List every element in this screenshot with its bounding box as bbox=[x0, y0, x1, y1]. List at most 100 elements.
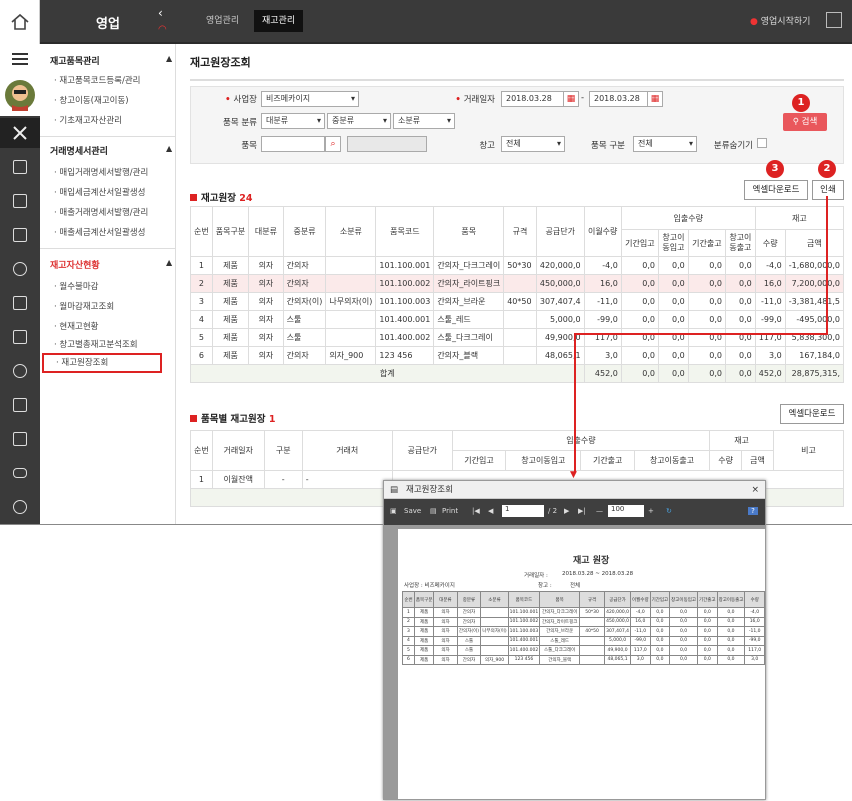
category3-select[interactable]: 소분류 bbox=[393, 113, 455, 129]
menu-item-item-code[interactable]: · 재고품목코드등록/관리 bbox=[54, 74, 140, 86]
table-cell: 의자 bbox=[248, 274, 284, 293]
zoom-in-icon[interactable]: + bbox=[648, 507, 654, 515]
menu-item-monthly-inventory[interactable]: · 월마감재고조회 bbox=[54, 300, 114, 312]
collapse-caret-icon[interactable]: ▲ bbox=[166, 144, 172, 153]
menu-item-label: 매입거래명세서발행/관리 bbox=[59, 168, 149, 178]
doc-cell: 48,065,1 bbox=[604, 654, 632, 665]
alarm-icon[interactable] bbox=[0, 254, 40, 284]
collapse-caret-icon[interactable]: ▲ bbox=[166, 54, 172, 63]
next-page-icon[interactable]: ▶ bbox=[564, 507, 569, 515]
tools-icon[interactable] bbox=[0, 118, 40, 148]
doc-header-cell: 품목구분 bbox=[413, 591, 435, 608]
menu-item-purchase-tax[interactable]: · 매입세금계산서일괄생성 bbox=[54, 186, 145, 198]
doc-header-cell: 창고이동입고 bbox=[669, 591, 698, 608]
hamburger-menu-button[interactable] bbox=[0, 44, 40, 74]
menu-item-base-inventory[interactable]: · 기초재고자산관리 bbox=[54, 114, 122, 126]
doc-title: 재고 원장 bbox=[573, 556, 610, 566]
table-cell: 스툴 bbox=[282, 310, 327, 329]
calculator-icon[interactable] bbox=[826, 12, 842, 28]
section-marker-icon bbox=[190, 415, 197, 422]
menu-item-warehouse-move[interactable]: · 창고이동(재고이동) bbox=[54, 94, 129, 106]
zoom-out-icon[interactable]: — bbox=[596, 507, 603, 515]
biz-select[interactable]: 비즈메카이지 bbox=[261, 91, 359, 107]
avatar[interactable] bbox=[0, 74, 40, 116]
menu-item-sales-tax[interactable]: · 매출세금계산서일괄생성 bbox=[54, 226, 145, 238]
warehouse-select[interactable]: 전체 bbox=[501, 136, 565, 152]
table-row[interactable]: 5 제품 의자 스툴 101.400.002 스툴_다크그레이 49,900,0 117,0 0… bbox=[190, 328, 845, 347]
menu-section-item-mgmt[interactable]: 재고품목관리 bbox=[50, 54, 100, 67]
table-row[interactable]: 3 제품 의자 간의자(이) 나무의자(이) 101.100.003 간의자_브라운 40*5… bbox=[190, 292, 845, 311]
table-row[interactable]: 4 제품 의자 스툴 101.400.001 스툴_레드 5,000,0 -99,0 0,0 0,… bbox=[190, 310, 845, 329]
side-menu: 재고품목관리 ▲ · 재고품목코드등록/관리 · 창고이동(재고이동) · 기초… bbox=[40, 44, 176, 524]
headset-icon[interactable]: ◠ bbox=[158, 24, 167, 35]
contact-icon[interactable] bbox=[0, 220, 40, 250]
menu-item-purchase-statement[interactable]: · 매입거래명세서발행/관리 bbox=[54, 166, 148, 178]
upload-icon[interactable] bbox=[0, 390, 40, 420]
category1-select[interactable]: 대분류 bbox=[261, 113, 325, 129]
back-chevron-icon[interactable]: ‹ bbox=[158, 6, 163, 20]
tab-sales[interactable]: 영업관리 bbox=[198, 10, 247, 32]
info-icon[interactable] bbox=[0, 322, 40, 352]
save-icon[interactable]: ▣ bbox=[390, 507, 397, 515]
search-icon[interactable]: ⌕ bbox=[325, 136, 341, 152]
tab-inventory[interactable]: 재고관리 bbox=[254, 10, 304, 32]
category2-select[interactable]: 중분류 bbox=[327, 113, 391, 129]
text-doc-icon[interactable] bbox=[0, 424, 40, 454]
menu-item-monthly-close[interactable]: · 월수불마감 bbox=[54, 280, 99, 292]
menu-item-ledger[interactable]: · 재고원장조회 bbox=[42, 353, 162, 373]
last-page-icon[interactable]: ▶| bbox=[578, 507, 586, 515]
menu-item-current-inventory[interactable]: · 현재고현황 bbox=[54, 320, 99, 332]
table-row[interactable]: 6 제품 의자 간의자 의자_900 123 456 간의자_블랙 48,065,1 3,0 0,… bbox=[190, 346, 845, 365]
doc-header-cell: 공급단가 bbox=[604, 591, 632, 608]
menu-section-statement[interactable]: 거래명세서관리 bbox=[50, 144, 108, 157]
won-icon-shape bbox=[13, 364, 27, 378]
won-calendar-icon[interactable] bbox=[0, 288, 40, 318]
car-icon[interactable] bbox=[0, 458, 40, 488]
refresh-icon[interactable]: ↻ bbox=[666, 507, 672, 515]
start-sales-link[interactable]: ● 영업시작하기 bbox=[750, 14, 810, 27]
table-row[interactable]: 2 제품 의자 간의자 101.100.002 간의자_라이트핑크 450,000,0 16,… bbox=[190, 274, 845, 293]
hide-category-checkbox[interactable] bbox=[757, 138, 767, 148]
item-excel-download-button[interactable]: 엑셀다운로드 bbox=[780, 404, 844, 424]
save-button[interactable]: Save bbox=[404, 507, 421, 515]
itemtype-select[interactable]: 전체 bbox=[633, 136, 697, 152]
search-button[interactable]: ⚲ 검색 bbox=[783, 113, 827, 131]
date-from-input[interactable]: 2018.03.28 bbox=[501, 91, 565, 107]
first-page-icon[interactable]: |◀ bbox=[472, 507, 480, 515]
zoom-select[interactable]: 100 bbox=[608, 505, 644, 517]
stamp-icon-shape bbox=[13, 160, 27, 174]
doc-cell: 49,900,0 bbox=[604, 645, 632, 656]
print-icon[interactable]: ▤ bbox=[430, 507, 437, 515]
top-bar: 영업 ‹ ◠ 영업관리 재고관리 ● 영업시작하기 bbox=[0, 0, 852, 44]
menu-item-warehouse-analysis[interactable]: · 창고별총재고분석조회 bbox=[54, 338, 138, 350]
home-button[interactable] bbox=[0, 0, 40, 44]
help-icon[interactable]: ? bbox=[748, 507, 758, 515]
prev-page-icon[interactable]: ◀ bbox=[488, 507, 493, 515]
page-input[interactable]: 1 bbox=[502, 505, 544, 517]
table-row[interactable]: 1 제품 의자 간의자 101.100.001 간의자_다크그레이 50*30 420,000… bbox=[190, 256, 845, 275]
ledger-count: 24 bbox=[239, 193, 253, 204]
person-icon[interactable] bbox=[0, 492, 40, 522]
document-icon[interactable] bbox=[0, 186, 40, 216]
print-button[interactable]: Print bbox=[442, 507, 458, 515]
excel-download-button[interactable]: 엑셀다운로드 bbox=[744, 180, 808, 200]
date-to-input[interactable]: 2018.03.28 bbox=[589, 91, 653, 107]
doc-cell: 101.400.001 bbox=[507, 635, 541, 646]
calendar-icon[interactable]: ▦ bbox=[647, 91, 663, 107]
table-cell: 이월잔액 bbox=[211, 470, 265, 489]
close-icon[interactable]: × bbox=[751, 481, 759, 499]
collapse-caret-icon[interactable]: ▲ bbox=[166, 258, 172, 267]
col-header: 창고이동입고 bbox=[658, 229, 689, 257]
won-icon[interactable] bbox=[0, 356, 40, 386]
menu-item-sales-statement[interactable]: · 매출거래명세서발행/관리 bbox=[54, 206, 148, 218]
table-cell: 0,0 bbox=[687, 328, 727, 347]
item-input[interactable] bbox=[261, 136, 325, 152]
doc-cell bbox=[579, 645, 606, 656]
doc-cell: 0,0 bbox=[716, 635, 746, 646]
doc-cell: 나무의자(이) bbox=[480, 626, 509, 637]
calendar-icon[interactable]: ▦ bbox=[563, 91, 579, 107]
itemtype-label: 품목 구분 bbox=[591, 141, 625, 151]
menu-section-inventory-status[interactable]: 재고자산현황 bbox=[50, 258, 100, 271]
stamp-icon[interactable] bbox=[0, 152, 40, 182]
print-button[interactable]: 인쇄 bbox=[812, 180, 844, 200]
